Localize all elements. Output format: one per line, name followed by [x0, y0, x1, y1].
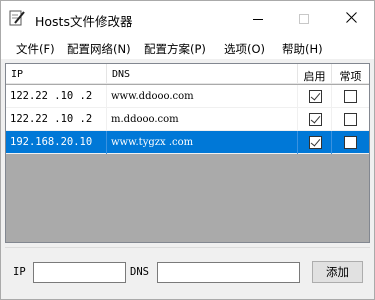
row-enabled-cell: [298, 131, 332, 154]
column-header-dns[interactable]: DNS: [107, 64, 298, 84]
row-ip: 192.168.20.10: [10, 136, 93, 148]
window-title: Hosts文件修改器: [35, 14, 133, 29]
menu-profile[interactable]: 配置方案(P): [144, 41, 206, 57]
common-checkbox[interactable]: [344, 90, 357, 103]
row-common-cell: [332, 85, 369, 108]
maximize-button[interactable]: [281, 1, 327, 37]
row-common-cell: [332, 108, 369, 131]
app-window: Hosts文件修改器 文件(F) 配置网络(N) 配置方案(P) 选项(O) 帮…: [0, 0, 375, 300]
row-dns: m.ddooo.com: [111, 114, 179, 125]
row-ip: 122.22 .10 .2: [10, 90, 93, 102]
close-icon: [345, 12, 357, 26]
menu-file[interactable]: 文件(F): [16, 41, 55, 57]
row-ip: 122.22 .10 .2: [10, 113, 93, 125]
menu-options[interactable]: 选项(O): [224, 41, 265, 57]
column-header-ip[interactable]: IP: [6, 64, 107, 84]
title-bar[interactable]: Hosts文件修改器: [1, 1, 374, 37]
column-header-common[interactable]: 常项: [332, 64, 369, 84]
hosts-list[interactable]: IP DNS 启用 常项 122.22 .10 .2 www.ddooo.com…: [5, 63, 370, 243]
row-dns: www.ddooo.com: [111, 91, 194, 102]
dns-input[interactable]: [157, 262, 300, 283]
row-enabled-cell: [298, 108, 332, 131]
table-row[interactable]: 122.22 .10 .2 m.ddooo.com: [6, 108, 369, 131]
list-header: IP DNS 启用 常项: [6, 64, 369, 84]
ip-input[interactable]: [33, 262, 126, 283]
table-row[interactable]: 122.22 .10 .2 www.ddooo.com: [6, 85, 369, 108]
row-enabled-cell: [298, 85, 332, 108]
dns-label: DNS: [130, 266, 149, 278]
enabled-checkbox[interactable]: [308, 113, 322, 126]
ip-label: IP: [13, 266, 26, 278]
maximize-icon: [299, 14, 309, 24]
app-pen-icon: [9, 10, 25, 26]
common-checkbox[interactable]: [344, 136, 357, 149]
close-button[interactable]: [328, 1, 374, 37]
enabled-checkbox[interactable]: [308, 90, 322, 103]
menu-bar: 文件(F) 配置网络(N) 配置方案(P) 选项(O) 帮助(H): [1, 37, 374, 59]
enabled-checkbox[interactable]: [308, 136, 322, 149]
column-header-enabled[interactable]: 启用: [298, 64, 332, 84]
menu-network[interactable]: 配置网络(N): [67, 41, 131, 57]
common-checkbox[interactable]: [344, 113, 357, 126]
menu-help[interactable]: 帮助(H): [282, 41, 323, 57]
row-common-cell: [332, 131, 369, 154]
row-dns: www.tygzx .com: [111, 137, 194, 148]
minimize-button[interactable]: [235, 1, 281, 37]
add-button[interactable]: 添加: [312, 261, 363, 283]
table-row-selected[interactable]: 192.168.20.10 www.tygzx .com: [6, 131, 369, 154]
add-entry-panel: IP DNS 添加: [5, 247, 370, 295]
minimize-icon: [253, 18, 263, 20]
